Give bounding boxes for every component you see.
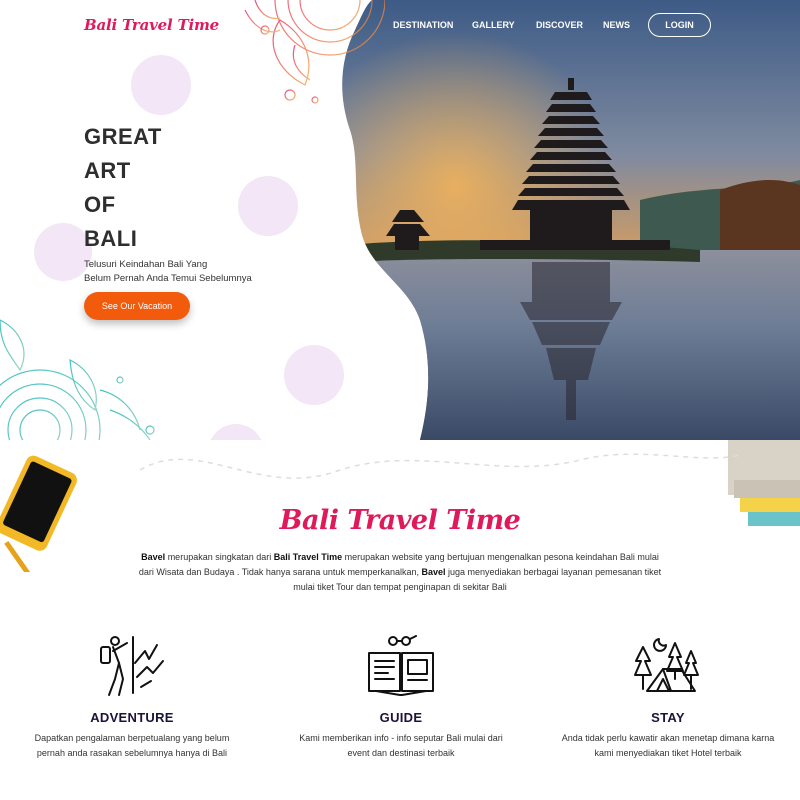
hero-title-line: BALI — [84, 226, 138, 251]
hero-title-line: GREAT — [84, 124, 162, 149]
hero-subtitle-line: Belum Pernah Anda Temui Sebelumnya — [84, 273, 252, 284]
about-bold: Bali Travel Time — [273, 552, 343, 562]
hero-subtitle: Telusuri Keindahan Bali Yang Belum Perna… — [84, 258, 252, 286]
nav-discover[interactable]: DISCOVER — [536, 20, 583, 30]
hero-subtitle-line: Telusuri Keindahan Bali Yang — [84, 259, 208, 270]
guide-book-icon — [281, 630, 521, 700]
about-title: Bali Travel Time — [279, 505, 521, 536]
about-paragraph: Bavel merupakan singkatan dari Bali Trav… — [138, 550, 662, 595]
feature-stay: STAY Anda tidak perlu kawatir akan menet… — [548, 630, 788, 761]
hero-section: Bali Travel Time DESTINATION GALLERY DIS… — [0, 0, 800, 440]
mandala-ornament-icon — [235, 0, 386, 115]
decorative-dot — [131, 55, 191, 115]
about-bold: Bavel — [141, 552, 166, 562]
hero-title-line: OF — [84, 192, 116, 217]
feature-adventure: ADVENTURE Dapatkan pengalaman berpetuala… — [12, 630, 252, 761]
see-our-vacation-button[interactable]: See Our Vacation — [84, 292, 190, 320]
nav-news[interactable]: NEWS — [603, 20, 630, 30]
feature-description: Kami memberikan info - info seputar Bali… — [299, 733, 503, 758]
hero-title: GREAT ART OF BALI — [84, 120, 162, 256]
mandala-ornament-icon — [0, 300, 170, 440]
feature-guide: GUIDE Kami memberikan info - info seputa… — [281, 630, 521, 761]
about-text-part: merupakan singkatan dari — [165, 552, 274, 562]
feature-title: ADVENTURE — [90, 710, 174, 725]
decorative-dot — [284, 345, 344, 405]
nav-gallery[interactable]: GALLERY — [472, 20, 515, 30]
hero-title-line: ART — [84, 158, 131, 183]
hiker-icon — [12, 630, 252, 700]
feature-title: GUIDE — [379, 710, 423, 725]
feature-description: Anda tidak perlu kawatir akan menetap di… — [561, 733, 775, 758]
brand-logo[interactable]: Bali Travel Time — [84, 16, 219, 34]
about-bold: Bavel — [421, 567, 446, 577]
dashed-path-decoration — [139, 440, 741, 505]
feature-description: Dapatkan pengalaman berpetualang yang be… — [34, 733, 230, 758]
login-button[interactable]: LOGIN — [648, 13, 711, 37]
nav-destination[interactable]: DESTINATION — [393, 20, 453, 30]
camping-tent-icon — [548, 630, 788, 700]
feature-title: STAY — [651, 710, 685, 725]
decorative-dot — [238, 176, 298, 236]
